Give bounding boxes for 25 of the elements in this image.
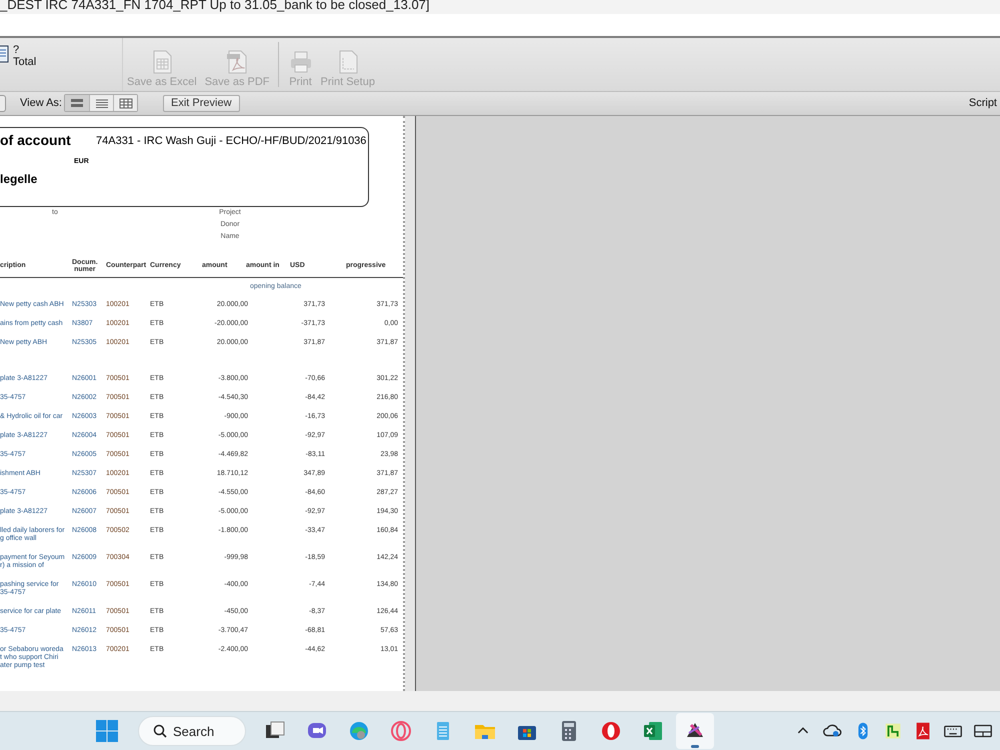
exit-preview-button[interactable]: Exit Preview (163, 94, 240, 112)
page-setup-icon (336, 50, 359, 74)
person-name: legelle (0, 172, 38, 188)
document-icon (0, 44, 9, 64)
ring-icon (389, 719, 413, 744)
spreadsheet-icon (150, 50, 173, 74)
view-toggle[interactable] (89, 95, 113, 112)
windows-logo-icon (95, 719, 119, 744)
layout-label: ? (13, 44, 20, 56)
view-toggle[interactable] (113, 95, 137, 112)
pdf-document-icon (226, 50, 248, 74)
script-menu[interactable]: Script (968, 97, 997, 110)
table-view-icon (118, 96, 134, 110)
search-field[interactable]: Search (138, 716, 246, 746)
search-icon (153, 724, 167, 738)
form-view-icon (69, 96, 85, 110)
list-view-icon (94, 96, 110, 110)
view-as-label: View As: (20, 97, 62, 110)
report-title: of account (0, 132, 72, 150)
view-switcher[interactable] (64, 94, 138, 112)
printer-icon (288, 50, 313, 74)
project-name: 74A331 - IRC Wash Guji - ECHO/-HF/BUD/2021/91036 (96, 134, 368, 149)
view-toggle[interactable] (65, 95, 89, 112)
layout-name: Total (13, 56, 36, 68)
taskbar-app[interactable] (676, 713, 714, 750)
